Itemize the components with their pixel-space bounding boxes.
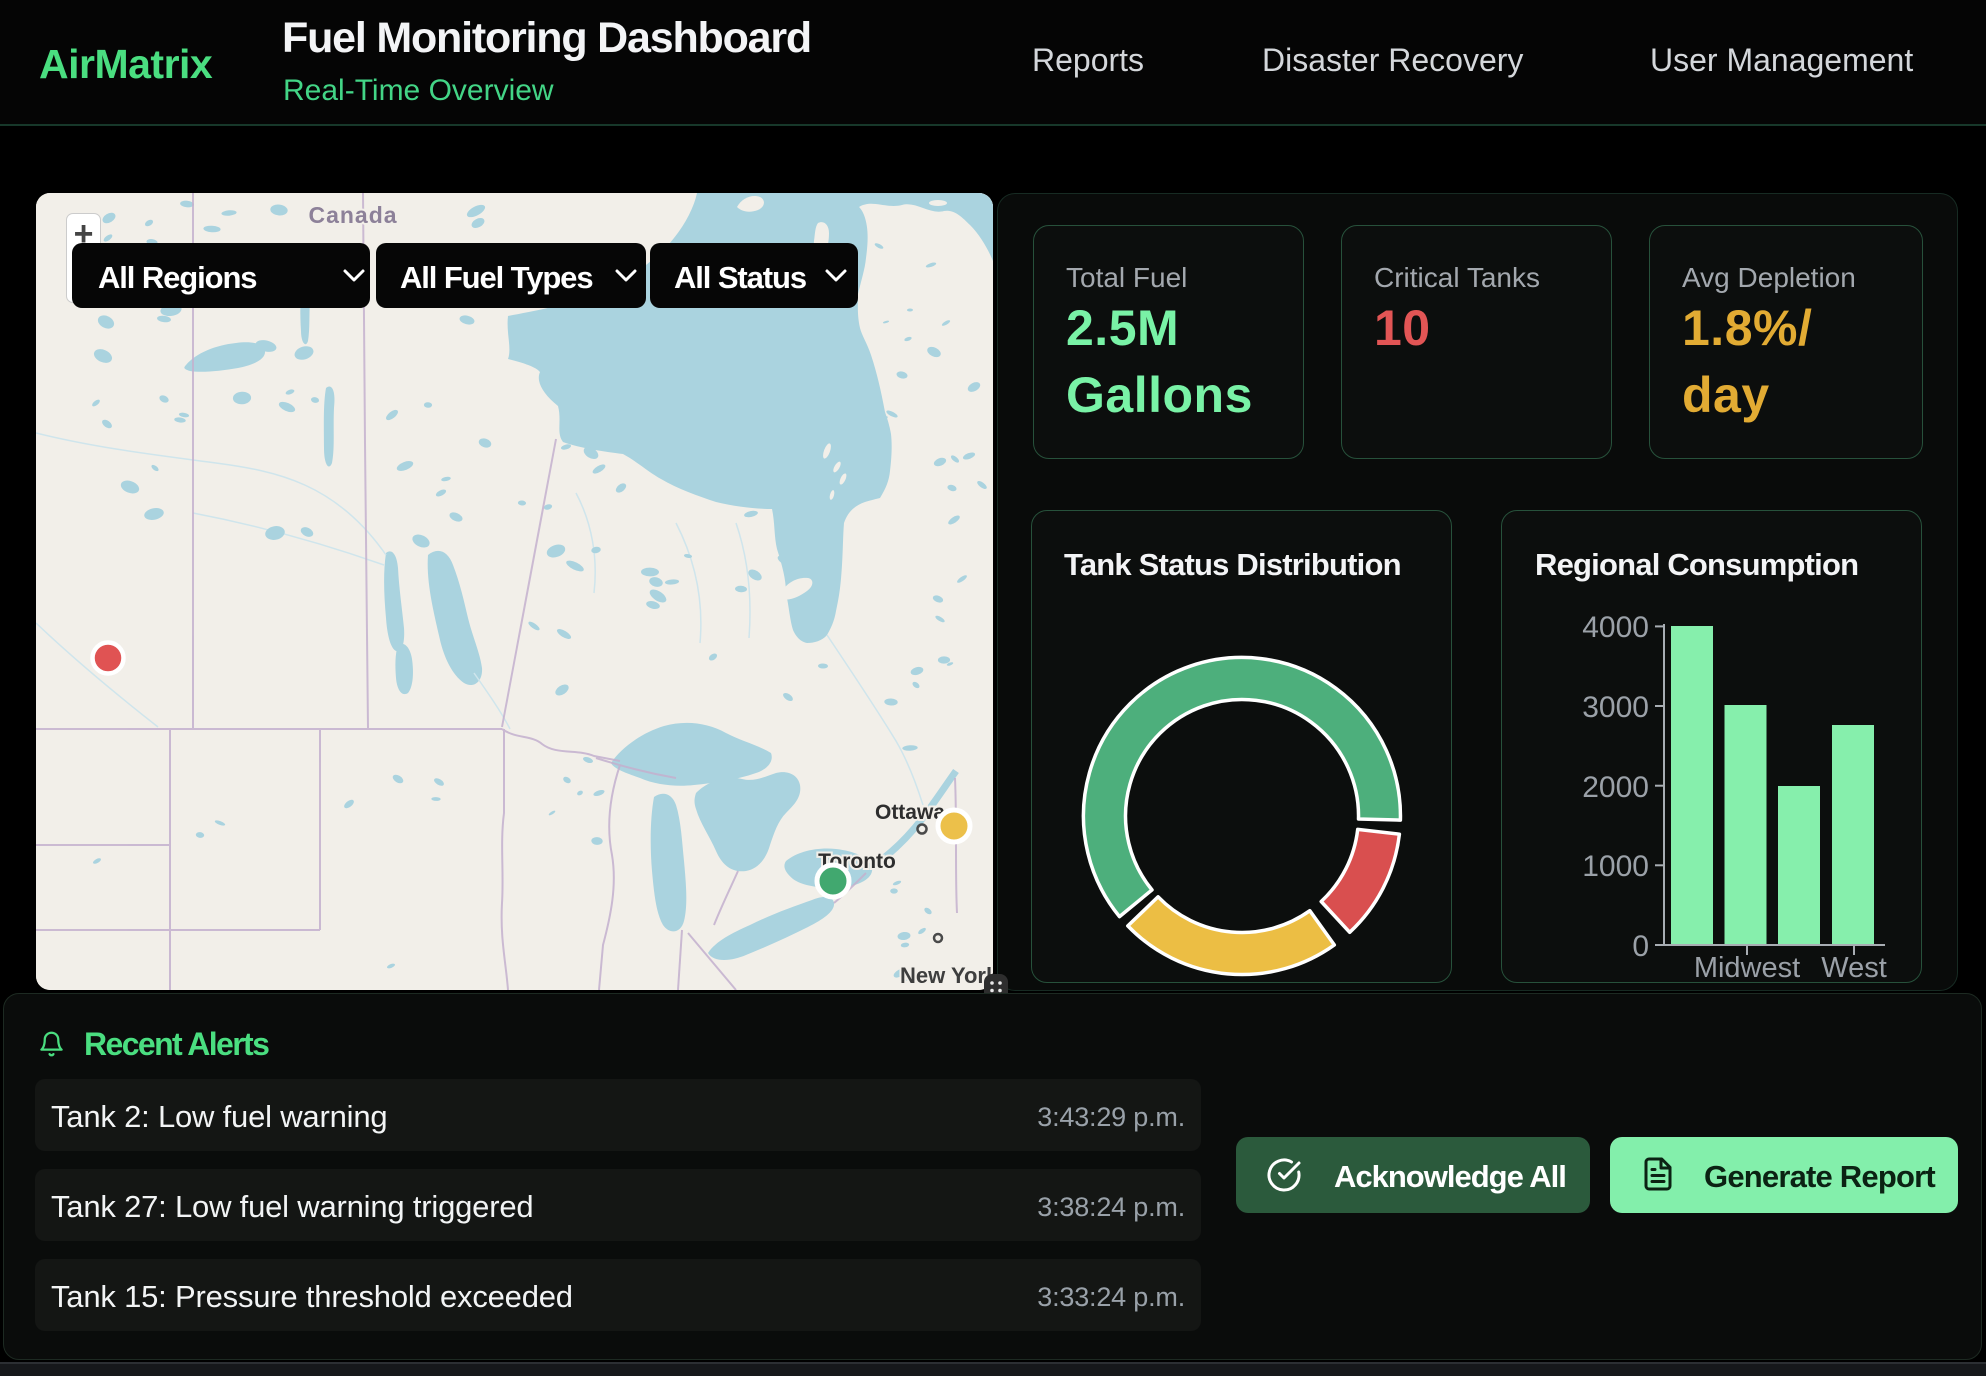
svg-text:1000: 1000	[1582, 850, 1649, 883]
svg-text:Canada: Canada	[308, 202, 397, 228]
svg-text:Midwest: Midwest	[1694, 952, 1800, 984]
svg-text:West: West	[1821, 952, 1887, 984]
svg-text:Ottawa: Ottawa	[875, 801, 945, 824]
svg-text:2000: 2000	[1582, 771, 1649, 804]
svg-text:4000: 4000	[1582, 611, 1649, 644]
svg-text:3000: 3000	[1582, 691, 1649, 724]
svg-text:0: 0	[1632, 930, 1649, 963]
svg-text:New York: New York	[900, 963, 993, 988]
